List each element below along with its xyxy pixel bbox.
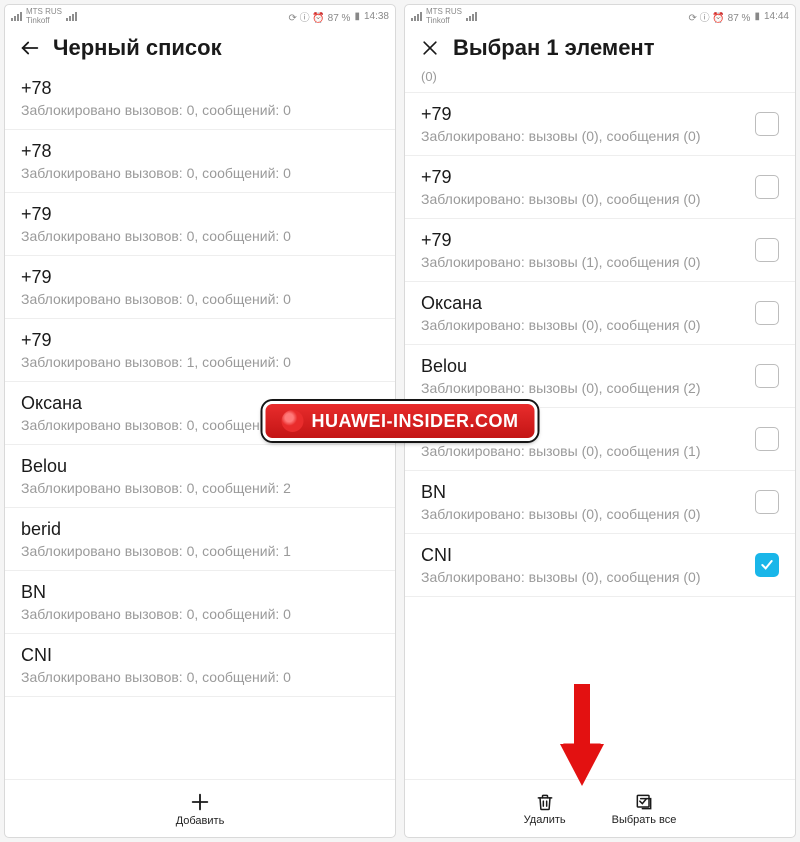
- battery-icon: ▮: [354, 11, 360, 22]
- item-subtext: Заблокировано: вызовы (0), сообщения (0): [421, 190, 745, 208]
- item-subtext: Заблокировано вызовов: 0, сообщений: 0: [21, 227, 379, 245]
- item-subtext: Заблокировано: вызовы (0), сообщения (0): [421, 316, 745, 334]
- checkbox[interactable]: [755, 112, 779, 136]
- status-indicators: ⟳ ⓘ ⏰ 87 %: [688, 9, 750, 24]
- page-title: Выбран 1 элемент: [453, 35, 655, 61]
- item-number: CNI: [21, 644, 379, 666]
- close-icon[interactable]: [419, 37, 441, 59]
- item-subtext: Заблокировано: вызовы (0), сообщения (2): [421, 379, 745, 397]
- item-subtext: Заблокировано вызовов: 0, сообщений: 0: [21, 668, 379, 686]
- add-label: Добавить: [176, 815, 225, 827]
- clock: 14:38: [364, 11, 389, 22]
- carrier-1: MTS RUS: [26, 7, 62, 16]
- list-item[interactable]: BN Заблокировано: вызовы (0), сообщения (…: [405, 471, 795, 534]
- watermark-text: HUAWEI-INSIDER.COM: [312, 411, 519, 432]
- list-item[interactable]: berid Заблокировано вызовов: 0, сообщений…: [5, 508, 395, 571]
- huawei-logo-icon: [282, 410, 304, 432]
- carrier-2: Tinkoff: [426, 16, 462, 25]
- item-subtext: Заблокировано вызовов: 0, сообщений: 0: [21, 290, 379, 308]
- item-number: Belou: [21, 455, 379, 477]
- list-item[interactable]: +79 Заблокировано: вызовы (1), сообщения …: [405, 219, 795, 282]
- header: Черный список: [5, 27, 395, 67]
- item-subtext: Заблокировано: вызовы (0), сообщения (0): [421, 505, 745, 523]
- truncated-row-stub: (0): [405, 67, 795, 93]
- item-subtext: Заблокировано: вызовы (0), сообщения (0): [421, 568, 745, 586]
- carrier-2: Tinkoff: [26, 16, 62, 25]
- item-subtext: Заблокировано: вызовы (1), сообщения (0): [421, 253, 745, 271]
- item-number: berid: [21, 518, 379, 540]
- item-subtext: Заблокировано вызовов: 0, сообщений: 2: [21, 479, 379, 497]
- page-title: Черный список: [53, 35, 222, 61]
- item-number: +78: [21, 140, 379, 162]
- item-number: CNI: [421, 544, 745, 566]
- delete-button[interactable]: Удалить: [506, 792, 584, 826]
- item-number: BN: [21, 581, 379, 603]
- item-subtext: Заблокировано вызовов: 1, сообщений: 0: [21, 353, 379, 371]
- list-item[interactable]: +79 Заблокировано: вызовы (0), сообщения …: [405, 156, 795, 219]
- back-icon[interactable]: [19, 37, 41, 59]
- list-item[interactable]: CNI Заблокировано: вызовы (0), сообщения …: [405, 534, 795, 597]
- item-subtext: Заблокировано вызовов: 0, сообщений: 0: [21, 101, 379, 119]
- statusbar: MTS RUS Tinkoff ⟳ ⓘ ⏰ 87 % ▮ 14:44: [405, 5, 795, 27]
- item-subtext: Заблокировано: вызовы (0), сообщения (1): [421, 442, 745, 460]
- delete-label: Удалить: [524, 814, 566, 826]
- checkbox[interactable]: [755, 175, 779, 199]
- signal-icon: [466, 11, 477, 21]
- list-item[interactable]: BN Заблокировано вызовов: 0, сообщений: 0: [5, 571, 395, 634]
- checkbox[interactable]: [755, 553, 779, 577]
- list-item[interactable]: Belou Заблокировано вызовов: 0, сообщений…: [5, 445, 395, 508]
- select-all-icon: [634, 792, 654, 812]
- list-item[interactable]: +78 Заблокировано вызовов: 0, сообщений: …: [5, 67, 395, 130]
- status-indicators: ⟳ ⓘ ⏰ 87 %: [288, 9, 350, 24]
- item-subtext: Заблокировано вызовов: 0, сообщений: 0: [21, 164, 379, 182]
- item-number: Оксана: [421, 292, 745, 314]
- signal-icon: [411, 11, 422, 21]
- list-item[interactable]: +79 Заблокировано вызовов: 0, сообщений: …: [5, 193, 395, 256]
- list-item[interactable]: +79 Заблокировано вызовов: 0, сообщений: …: [5, 256, 395, 319]
- checkbox[interactable]: [755, 364, 779, 388]
- signal-icon: [66, 11, 77, 21]
- list-item[interactable]: Belou Заблокировано: вызовы (0), сообщени…: [405, 345, 795, 408]
- item-number: Belou: [421, 355, 745, 377]
- checkbox[interactable]: [755, 490, 779, 514]
- clock: 14:44: [764, 11, 789, 22]
- list-item[interactable]: +78 Заблокировано вызовов: 0, сообщений: …: [5, 130, 395, 193]
- item-subtext: Заблокировано: вызовы (0), сообщения (0): [421, 127, 745, 145]
- list-item[interactable]: Оксана Заблокировано: вызовы (0), сообщен…: [405, 282, 795, 345]
- plus-icon: [189, 791, 211, 813]
- signal-icon: [11, 11, 22, 21]
- item-number: +79: [21, 266, 379, 288]
- item-subtext: Заблокировано вызовов: 0, сообщений: 1: [21, 542, 379, 560]
- checkbox[interactable]: [755, 301, 779, 325]
- item-subtext: Заблокировано вызовов: 0, сообщений: 0: [21, 605, 379, 623]
- list-item[interactable]: CNI Заблокировано вызовов: 0, сообщений: …: [5, 634, 395, 697]
- header: Выбран 1 элемент: [405, 27, 795, 67]
- tutorial-arrow: [552, 684, 612, 794]
- list-item[interactable]: +79 Заблокировано: вызовы (0), сообщения …: [405, 93, 795, 156]
- bottom-bar: Добавить: [5, 779, 395, 837]
- add-button[interactable]: Добавить: [158, 791, 243, 827]
- select-all-button[interactable]: Выбрать все: [594, 792, 695, 826]
- item-number: +78: [21, 77, 379, 99]
- item-number: +79: [21, 329, 379, 351]
- item-number: +79: [421, 229, 745, 251]
- item-number: +79: [421, 166, 745, 188]
- trash-icon: [535, 792, 555, 812]
- item-number: +79: [21, 203, 379, 225]
- watermark-badge: HUAWEI-INSIDER.COM: [263, 401, 538, 441]
- checkbox[interactable]: [755, 427, 779, 451]
- checkbox[interactable]: [755, 238, 779, 262]
- item-number: +79: [421, 103, 745, 125]
- statusbar: MTS RUS Tinkoff ⟳ ⓘ ⏰ 87 % ▮ 14:38: [5, 5, 395, 27]
- battery-icon: ▮: [754, 11, 760, 22]
- item-number: BN: [421, 481, 745, 503]
- select-all-label: Выбрать все: [612, 814, 677, 826]
- carrier-1: MTS RUS: [426, 7, 462, 16]
- list-item[interactable]: +79 Заблокировано вызовов: 1, сообщений: …: [5, 319, 395, 382]
